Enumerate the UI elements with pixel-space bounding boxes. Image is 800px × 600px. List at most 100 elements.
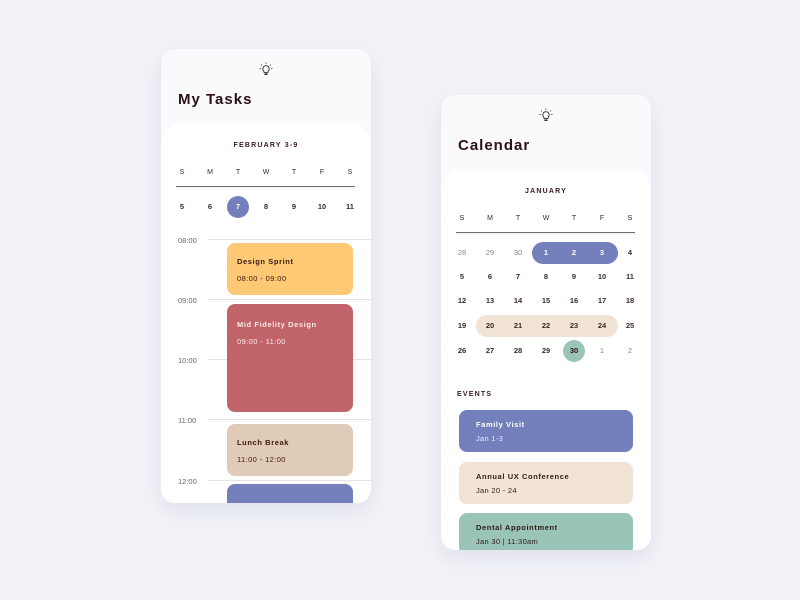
day-cell[interactable]: 20 <box>479 315 501 337</box>
day-cell[interactable]: 5 <box>451 266 473 288</box>
hour-line <box>208 419 371 420</box>
weekday-label: M <box>487 215 493 222</box>
weekday-label: F <box>319 169 325 176</box>
day-cell[interactable]: 6 <box>479 266 501 288</box>
task-time: 09:00 - 11:00 <box>237 337 286 346</box>
day-cell[interactable]: 2 <box>619 340 641 362</box>
day-cell[interactable]: 27 <box>479 340 501 362</box>
week-row: 19 20 21 22 23 24 25 <box>451 315 641 337</box>
day-cell[interactable]: 9 <box>283 196 305 218</box>
weekday-label: F <box>599 215 605 222</box>
day-cell[interactable]: 29 <box>535 340 557 362</box>
event-date: Jan 20 - 24 <box>476 486 517 495</box>
day-cell[interactable]: 8 <box>535 266 557 288</box>
schedule-sheet: FEBRUARY 3-9 S M T W T F S 5 6 7 8 9 10 … <box>161 123 371 503</box>
day-cell[interactable]: 29 <box>479 242 501 264</box>
page-title: My Tasks <box>178 91 253 108</box>
event-name: Family Visit <box>476 420 525 429</box>
task-card[interactable]: Lunch Break 11:00 - 12:00 <box>227 424 353 476</box>
week-row: 26 27 28 29 30 1 2 <box>451 340 641 362</box>
day-cell[interactable]: 25 <box>619 315 641 337</box>
day-cell[interactable]: 22 <box>535 315 557 337</box>
day-cell[interactable]: 16 <box>563 290 585 312</box>
hour-label: 08:00 <box>178 236 197 245</box>
divider <box>176 186 355 187</box>
task-name: Mid Fidelity Design <box>237 320 317 329</box>
weekday-header: S M T W T F S <box>451 215 641 222</box>
day-cell[interactable]: 24 <box>591 315 613 337</box>
day-cell[interactable]: 6 <box>199 196 221 218</box>
day-cell[interactable]: 5 <box>171 196 193 218</box>
hour-line <box>208 239 371 240</box>
day-cell[interactable]: 14 <box>507 290 529 312</box>
week-label: FEBRUARY 3-9 <box>233 142 299 149</box>
day-cell[interactable]: 15 <box>535 290 557 312</box>
event-date: Jan 30 | 11:30am <box>476 537 539 546</box>
weekday-label: S <box>179 169 185 176</box>
calendar-sheet: JANUARY S M T W T F S 28 29 30 1 2 3 4 5… <box>441 169 651 550</box>
event-name: Dental Appointment <box>476 523 558 532</box>
day-cell[interactable]: 10 <box>591 266 613 288</box>
day-cell[interactable]: 1 <box>535 242 557 264</box>
day-cell[interactable]: 28 <box>507 340 529 362</box>
weekday-label: T <box>515 215 521 222</box>
day-cell[interactable]: 18 <box>619 290 641 312</box>
day-cell[interactable]: 3 <box>591 242 613 264</box>
day-cell[interactable]: 9 <box>563 266 585 288</box>
weekday-label: W <box>542 215 550 222</box>
day-cell[interactable]: 23 <box>563 315 585 337</box>
task-card[interactable]: Design Sprint 08:00 - 09:00 <box>227 243 353 295</box>
day-cell[interactable]: 1 <box>591 340 613 362</box>
hour-label: 09:00 <box>178 296 197 305</box>
day-cell[interactable]: 4 <box>619 242 641 264</box>
day-cell-selected[interactable]: 7 <box>227 196 249 218</box>
day-cell[interactable]: 17 <box>591 290 613 312</box>
day-cell[interactable]: 10 <box>311 196 333 218</box>
event-card[interactable]: Annual UX Conference Jan 20 - 24 <box>459 462 633 504</box>
day-cell[interactable]: 21 <box>507 315 529 337</box>
hour-line <box>208 299 371 300</box>
my-tasks-screen: My Tasks FEBRUARY 3-9 S M T W T F S 5 6 … <box>161 49 371 503</box>
weekday-label: M <box>207 169 213 176</box>
weekday-label: S <box>627 215 633 222</box>
day-cell-today[interactable]: 30 <box>563 340 585 362</box>
day-cell[interactable]: 19 <box>451 315 473 337</box>
day-cell[interactable]: 13 <box>479 290 501 312</box>
day-cell[interactable]: 12 <box>451 290 473 312</box>
weekday-label: S <box>347 169 353 176</box>
event-card[interactable]: Family Visit Jan 1-3 <box>459 410 633 452</box>
day-cell[interactable]: 7 <box>507 266 529 288</box>
lightbulb-icon <box>539 108 553 121</box>
hour-label: 12:00 <box>178 477 197 486</box>
month-label: JANUARY <box>525 188 567 195</box>
week-row: 5 6 7 8 9 10 11 <box>171 196 361 218</box>
task-card[interactable]: Mid Fidelity Design 09:00 - 11:00 <box>227 304 353 412</box>
page-title: Calendar <box>458 137 531 154</box>
task-name: Lunch Break <box>237 438 290 447</box>
weekday-label: W <box>262 169 270 176</box>
hour-label: 10:00 <box>178 356 197 365</box>
week-row: 5 6 7 8 9 10 11 <box>451 266 641 288</box>
divider <box>456 232 635 233</box>
weekday-label: S <box>459 215 465 222</box>
hour-label: 11:00 <box>178 416 197 425</box>
week-row: 12 13 14 15 16 17 18 <box>451 290 641 312</box>
task-name: Design Sprint <box>237 257 294 266</box>
day-cell[interactable]: 8 <box>255 196 277 218</box>
event-card[interactable]: Dental Appointment Jan 30 | 11:30am <box>459 513 633 550</box>
task-time: 08:00 - 09:00 <box>237 274 287 283</box>
weekday-label: T <box>571 215 577 222</box>
calendar-screen: Calendar JANUARY S M T W T F S 28 29 30 … <box>441 95 651 550</box>
day-cell[interactable]: 11 <box>339 196 361 218</box>
day-cell[interactable]: 28 <box>451 242 473 264</box>
day-cell[interactable]: 26 <box>451 340 473 362</box>
week-row: 28 29 30 1 2 3 4 <box>451 242 641 264</box>
lightbulb-icon <box>259 62 273 75</box>
event-name: Annual UX Conference <box>476 472 570 481</box>
day-cell[interactable]: 2 <box>563 242 585 264</box>
task-card[interactable] <box>227 484 353 503</box>
day-cell[interactable]: 30 <box>507 242 529 264</box>
day-cell[interactable]: 11 <box>619 266 641 288</box>
event-date: Jan 1-3 <box>476 434 504 443</box>
events-heading: EVENTS <box>457 391 493 398</box>
